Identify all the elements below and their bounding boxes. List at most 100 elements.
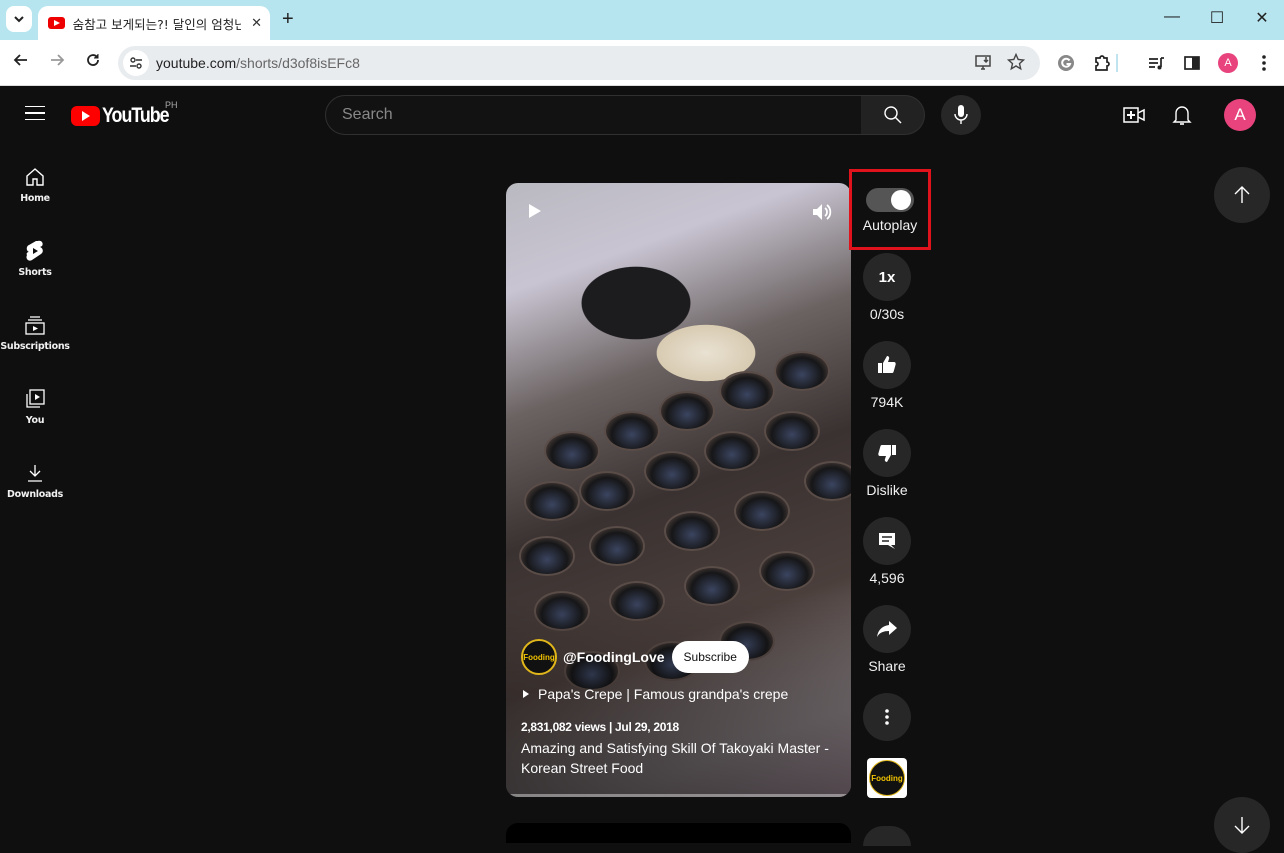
create-button[interactable] bbox=[1122, 103, 1146, 127]
side-panel-icon[interactable] bbox=[1180, 51, 1204, 75]
sidebar-item-you[interactable]: You bbox=[0, 373, 70, 443]
comment-icon bbox=[879, 533, 895, 549]
share-label: Share bbox=[868, 658, 906, 674]
thumbs-down-icon bbox=[878, 445, 896, 462]
back-button[interactable] bbox=[9, 50, 33, 74]
site-info-button[interactable] bbox=[123, 50, 149, 76]
search-button[interactable] bbox=[861, 95, 925, 135]
kebab-menu-icon[interactable] bbox=[1252, 51, 1276, 75]
volume-icon bbox=[813, 204, 832, 220]
close-icon[interactable]: ✕ bbox=[251, 15, 262, 31]
sidebar-item-downloads[interactable]: Downloads bbox=[0, 447, 70, 517]
dislike-circle[interactable] bbox=[863, 429, 911, 477]
playback-speed-button[interactable]: 1x 0/30s bbox=[863, 253, 911, 322]
shorts-video-player[interactable]: Fooding @FoodingLove Subscribe Papa's Cr… bbox=[506, 183, 851, 797]
channel-thumbnail-logo: Fooding bbox=[869, 760, 905, 796]
channel-handle[interactable]: @FoodingLove bbox=[563, 649, 665, 665]
subscribe-button[interactable]: Subscribe bbox=[671, 641, 749, 673]
forward-button[interactable] bbox=[45, 50, 69, 74]
browser-tab-strip: 숨참고 보게되는?! 달인의 엄청난 ✕ + — ☐ ✕ bbox=[0, 0, 1284, 40]
sidebar-item-home[interactable]: Home bbox=[0, 151, 70, 221]
reload-button[interactable] bbox=[81, 50, 105, 74]
speed-sub-label: 0/30s bbox=[869, 306, 905, 322]
toggle-switch[interactable] bbox=[866, 188, 914, 212]
search-icon bbox=[883, 106, 901, 124]
browser-toolbar: youtube.com/shorts/d3of8isEFc8 A bbox=[0, 40, 1284, 86]
maximize-button[interactable]: ☐ bbox=[1202, 8, 1232, 28]
more-circle[interactable] bbox=[863, 693, 911, 741]
browser-tab-active[interactable]: 숨참고 보게되는?! 달인의 엄청난 ✕ bbox=[38, 6, 270, 40]
create-video-icon bbox=[1123, 107, 1145, 123]
tab-title: 숨참고 보게되는?! 달인의 엄청난 bbox=[72, 16, 242, 32]
new-tab-button[interactable]: + bbox=[282, 8, 294, 31]
like-count: 794K bbox=[870, 394, 904, 410]
download-icon bbox=[23, 461, 47, 485]
volume-button[interactable] bbox=[811, 201, 833, 223]
arrow-left-icon bbox=[13, 54, 27, 66]
speed-value[interactable]: 1x bbox=[863, 253, 911, 301]
home-icon bbox=[23, 165, 47, 189]
sidebar-item-label: Shorts bbox=[18, 267, 52, 278]
more-actions-button[interactable] bbox=[863, 693, 911, 741]
like-button[interactable]: 794K bbox=[863, 341, 911, 410]
account-avatar[interactable]: A bbox=[1224, 99, 1256, 131]
play-button[interactable] bbox=[528, 203, 542, 219]
play-triangle-icon bbox=[523, 690, 529, 698]
channel-thumbnail[interactable]: Fooding bbox=[867, 758, 907, 798]
previous-short-button[interactable] bbox=[1214, 167, 1270, 223]
comment-count: 4,596 bbox=[869, 570, 905, 586]
profile-button[interactable]: A bbox=[1216, 51, 1240, 75]
video-title[interactable]: Amazing and Satisfying Skill Of Takoyaki… bbox=[521, 738, 841, 778]
search-box bbox=[325, 95, 862, 135]
shorts-icon bbox=[23, 239, 47, 263]
tab-search-button[interactable] bbox=[6, 6, 32, 32]
hamburger-menu-icon[interactable] bbox=[25, 106, 45, 120]
dislike-label: Dislike bbox=[866, 482, 908, 498]
like-circle[interactable] bbox=[863, 341, 911, 389]
channel-avatar[interactable]: Fooding bbox=[521, 639, 557, 675]
star-icon[interactable] bbox=[1006, 52, 1026, 73]
share-circle[interactable] bbox=[863, 605, 911, 653]
voice-search-button[interactable] bbox=[941, 95, 981, 135]
address-bar[interactable]: youtube.com/shorts/d3of8isEFc8 bbox=[118, 46, 1040, 80]
grammarly-icon[interactable] bbox=[1054, 51, 1078, 75]
video-progress-bar[interactable] bbox=[506, 794, 851, 797]
channel-row: Fooding @FoodingLove Subscribe bbox=[521, 639, 749, 675]
youtube-favicon-icon bbox=[48, 17, 65, 29]
share-button[interactable]: Share bbox=[863, 605, 911, 674]
autoplay-toggle[interactable]: Autoplay bbox=[849, 169, 931, 250]
media-control-icon[interactable] bbox=[1144, 51, 1168, 75]
toggle-knob bbox=[891, 190, 911, 210]
sidebar-item-label: Downloads bbox=[7, 489, 63, 500]
sidebar-item-subscriptions[interactable]: Subscriptions bbox=[0, 299, 70, 369]
play-icon bbox=[529, 204, 541, 218]
subscriptions-icon bbox=[23, 313, 47, 337]
search-input[interactable] bbox=[326, 96, 861, 134]
notifications-button[interactable] bbox=[1170, 103, 1194, 127]
sidebar-item-label: Home bbox=[20, 193, 50, 204]
youtube-page: YouTube PH A Home Shorts Subscriptions Y… bbox=[0, 87, 1284, 853]
next-short-preview[interactable] bbox=[506, 823, 851, 843]
next-short-button[interactable] bbox=[1214, 797, 1270, 853]
reload-icon bbox=[87, 54, 99, 66]
playlist-link[interactable]: Papa's Crepe | Famous grandpa's crepe bbox=[523, 686, 788, 702]
puzzle-icon[interactable] bbox=[1090, 51, 1114, 75]
close-window-button[interactable]: ✕ bbox=[1247, 8, 1277, 28]
library-icon bbox=[23, 387, 47, 411]
more-vertical-icon bbox=[885, 709, 889, 725]
arrow-up-icon bbox=[1234, 186, 1250, 203]
chevron-down-icon bbox=[14, 16, 24, 23]
sidebar-item-shorts[interactable]: Shorts bbox=[0, 225, 70, 295]
url-host: youtube.com bbox=[156, 55, 237, 71]
minimize-button[interactable]: — bbox=[1157, 8, 1187, 26]
url-path: /shorts/d3of8isEFc8 bbox=[236, 55, 360, 71]
arrow-right-icon bbox=[51, 54, 65, 66]
dislike-button[interactable]: Dislike bbox=[863, 429, 911, 498]
youtube-logo[interactable]: YouTube bbox=[71, 104, 180, 128]
comments-button[interactable]: 4,596 bbox=[863, 517, 911, 586]
install-app-icon[interactable] bbox=[974, 53, 994, 73]
playlist-title: Papa's Crepe | Famous grandpa's crepe bbox=[538, 686, 789, 702]
comments-circle[interactable] bbox=[863, 517, 911, 565]
url-text[interactable]: youtube.com/shorts/d3of8isEFc8 bbox=[156, 55, 360, 71]
progress-fill bbox=[506, 794, 510, 797]
